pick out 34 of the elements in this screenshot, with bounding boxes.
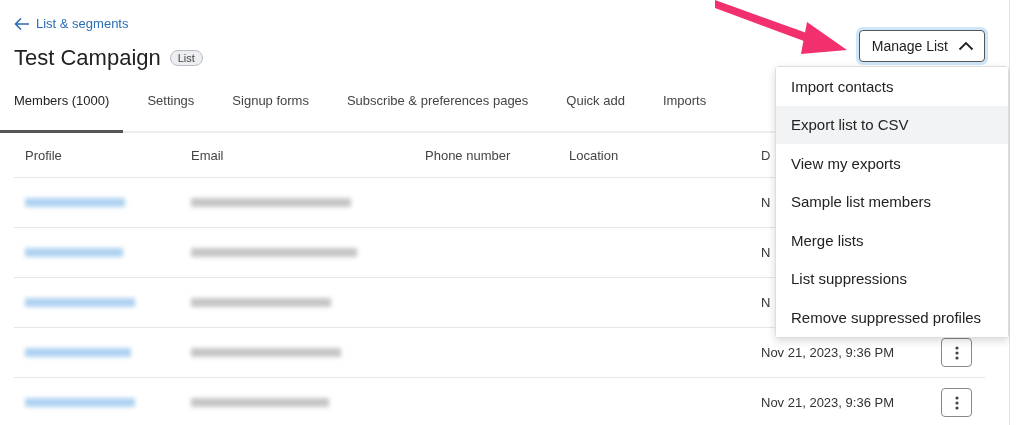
date-cell: N: [761, 195, 771, 210]
tab[interactable]: Signup forms: [218, 93, 323, 133]
column-header: D: [761, 147, 772, 163]
row-actions-button[interactable]: [941, 388, 972, 417]
column-header: Email: [191, 147, 225, 163]
more-icon: [954, 395, 959, 410]
back-link[interactable]: List & segments: [14, 16, 203, 31]
menu-item[interactable]: Sample list members: [776, 182, 1008, 221]
menu-item[interactable]: Remove suppressed profiles: [776, 298, 1008, 337]
more-icon: [954, 345, 959, 360]
column-header: Location: [569, 147, 620, 163]
tab[interactable]: Imports: [648, 93, 721, 133]
date-cell: N: [761, 295, 771, 310]
column-header: Phone number: [425, 147, 512, 163]
page-title: Test Campaign: [14, 45, 161, 71]
menu-item[interactable]: Merge lists: [776, 221, 1008, 260]
caret-icon: [958, 41, 974, 51]
manage-list-button[interactable]: Manage List: [858, 30, 985, 62]
menu-item[interactable]: View my exports: [776, 144, 1008, 183]
tab[interactable]: Settings: [133, 93, 209, 133]
date-cell: Nov 21, 2023, 9:36 PM: [761, 345, 894, 360]
menu-item[interactable]: List suppressions: [776, 259, 1008, 298]
date-cell: Nov 21, 2023, 9:36 PM: [761, 395, 894, 410]
tab[interactable]: Members (1000): [0, 93, 124, 133]
column-header: Profile: [25, 147, 63, 163]
date-cell: N: [761, 245, 771, 260]
back-link-label: List & segments: [36, 16, 129, 31]
tab[interactable]: Quick add: [552, 93, 639, 133]
menu-item[interactable]: Import contacts: [776, 67, 1008, 106]
tab[interactable]: Subscribe & preferences pages: [332, 93, 543, 133]
row-actions-button[interactable]: [941, 338, 972, 367]
menu-item[interactable]: Export list to CSV: [776, 105, 1008, 144]
list-badge: List: [169, 50, 203, 66]
back-arrow-icon: [14, 16, 30, 31]
